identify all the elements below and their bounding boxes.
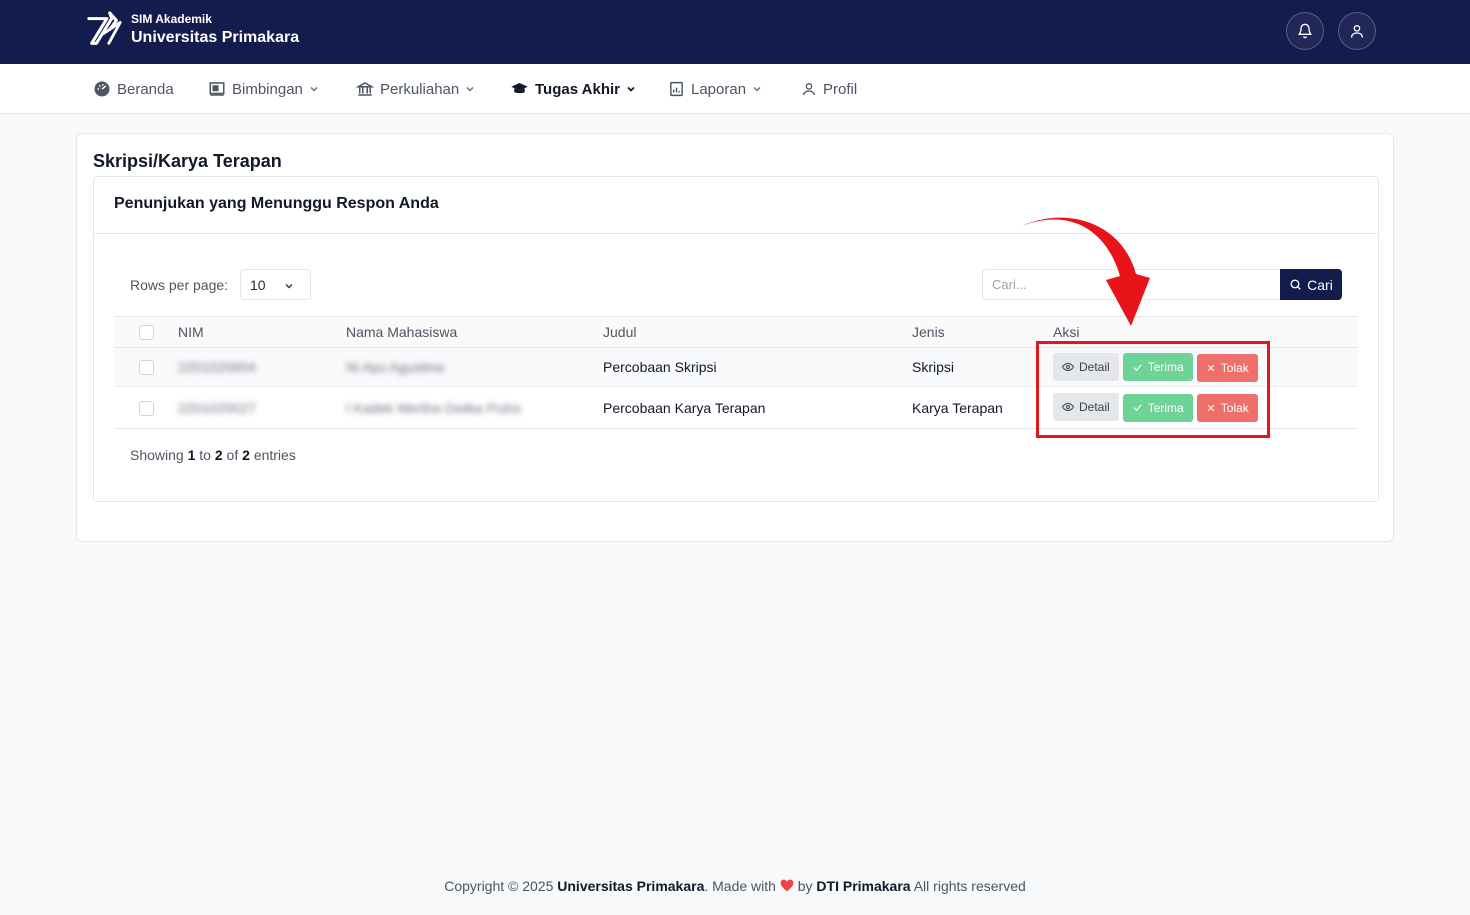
select-all-cell [114,316,178,348]
cell-nim: 2201020027 [178,386,346,429]
nim-value: 2201020027 [178,399,256,416]
nim-value: 2201020004 [178,359,256,375]
nav-item-bimbingan[interactable]: Bimbingan [208,64,319,114]
footer-by: by [797,878,813,894]
search-icon [1290,279,1302,290]
chevron-down-icon [466,86,474,92]
row-select-cell [114,386,178,429]
rows-per-page-value: 10 [250,276,266,293]
nav-label-profil: Profil [823,80,858,98]
chevron-down-icon [627,86,635,92]
top-bar: SIM Akademik Universitas Primakara [0,0,1470,64]
user-icon [803,83,815,96]
row-checkbox[interactable] [138,360,154,376]
cell-judul: Percobaan Karya Terapan [603,386,912,429]
showing-suffix: entries [253,447,296,463]
user-menu-button[interactable] [1338,12,1376,50]
chevron-down-icon [753,86,761,92]
showing-from: 1 [187,447,196,463]
footer-org: Universitas Primakara [557,878,705,894]
report-icon [670,81,683,97]
cell-nama: Ni Ayu Agustina [346,347,603,387]
row-checkbox[interactable] [138,400,154,416]
showing-to-word: to [199,447,211,463]
showing-total: 2 [242,447,250,463]
rows-per-page-select[interactable]: 10 [240,269,311,300]
cell-nama: I Kadek Mertha Dwika Putra [346,386,603,429]
showing-of-word: of [226,447,239,463]
brand[interactable]: SIM Akademik Universitas Primakara [86,11,299,49]
nav-item-laporan[interactable]: Laporan [668,64,762,114]
dashboard-icon [94,81,110,97]
chevron-down-icon [310,86,318,92]
card-title: Penunjukan yang Menunggu Respon Anda [114,195,439,212]
footer-rights: All rights reserved [913,878,1026,894]
annotation-arrow-icon [1022,217,1150,326]
cell-jenis: Skripsi [912,347,1053,387]
select-all-checkbox[interactable] [138,325,154,341]
nav-label-laporan: Laporan [691,80,747,98]
chevron-down-icon [285,283,293,289]
heart-icon [780,879,794,892]
page-title: Skripsi/Karya Terapan [93,151,282,171]
footer-team: DTI Primakara [816,878,911,894]
nav-item-beranda[interactable]: Beranda [93,64,174,114]
header-nim: NIM [178,316,346,348]
search-button[interactable]: Cari [1280,269,1342,300]
annotation-highlight-box [1036,341,1270,438]
nama-value: Ni Ayu Agustina [346,359,444,375]
main-card: Skripsi/Karya Terapan Penunjukan yang Me… [76,133,1394,542]
header-judul: Judul [603,316,912,348]
brand-subtitle: SIM Akademik [131,12,212,26]
row-select-cell [114,347,178,387]
footer-copyright: Copyright © 2025 [444,878,554,894]
showing-prefix: Showing [130,447,184,463]
header-nama: Nama Mahasiswa [346,316,603,348]
nav-label-perkuliahan: Perkuliahan [380,80,460,98]
brand-title: Universitas Primakara [131,29,300,46]
nav-item-perkuliahan[interactable]: Perkuliahan [356,64,475,114]
search-button-label: Cari [1307,276,1333,293]
building-icon [356,82,374,96]
nama-value: I Kadek Mertha Dwika Putra [346,399,521,416]
graduation-cap-icon [511,83,528,94]
notification-button[interactable] [1286,12,1324,50]
pagination-info: Showing 1 to 2 of 2 entries [130,447,296,463]
cell-nim: 2201020004 [178,347,346,387]
footer: Copyright © 2025 Universitas Primakara. … [0,878,1470,894]
footer-made-with: . Made with [704,878,776,894]
card-header: Penunjukan yang Menunggu Respon Anda [94,177,1378,234]
nav-label-bimbingan: Bimbingan [232,80,303,98]
nav-label-tugas-akhir: Tugas Akhir [535,80,621,98]
main-nav: Beranda Bimbingan Perkuliahan Tugas Akhi… [0,64,1470,114]
showing-to: 2 [214,447,223,463]
cell-jenis: Karya Terapan [912,386,1053,429]
nav-label-beranda: Beranda [117,80,174,98]
pending-assignments-card: Penunjukan yang Menunggu Respon Anda Row… [93,176,1379,502]
bell-icon [1298,23,1312,39]
rows-per-page-label: Rows per page: [130,277,229,293]
user-icon [1351,25,1363,38]
nav-item-profil[interactable]: Profil [801,64,857,114]
cell-judul: Percobaan Skripsi [603,347,912,387]
nav-item-tugas-akhir[interactable]: Tugas Akhir [510,64,636,114]
board-icon [209,82,225,96]
primakara-logo-icon [87,11,122,45]
